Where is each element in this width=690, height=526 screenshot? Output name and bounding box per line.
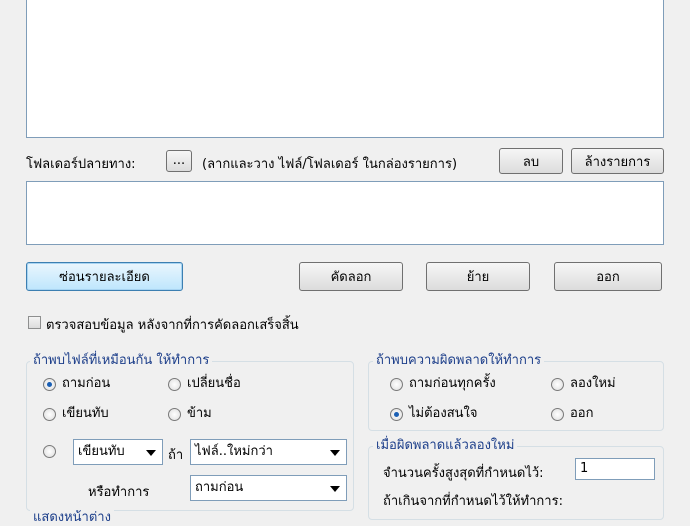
chevron-down-icon [330, 450, 340, 456]
rename-radio[interactable] [168, 378, 181, 391]
error-exit-label: ออก [570, 406, 594, 421]
browse-button[interactable]: ... [166, 150, 192, 172]
same-file-group-title: ถ้าพบไฟล์ที่เหมือนกัน ให้ทำการ [30, 353, 213, 369]
show-window-group-title: แสดงหน้าต่าง [30, 510, 114, 526]
chevron-down-icon [330, 486, 340, 492]
error-exit-radio[interactable] [551, 408, 564, 421]
destination-label: โฟลเดอร์ปลายทาง: [26, 157, 136, 172]
condition-action-select[interactable]: เขียนทับ [73, 439, 163, 465]
verify-label: ตรวจสอบข้อมูล หลังจากที่การคัดลอกเสร็จสิ… [46, 318, 299, 333]
max-count-value: 1 [580, 461, 589, 476]
ask-first-radio[interactable] [43, 378, 56, 391]
ignore-radio[interactable] [390, 408, 403, 421]
conditional-radio[interactable] [43, 445, 56, 458]
delete-button[interactable]: ลบ [499, 148, 563, 174]
exit-button[interactable]: ออก [554, 262, 662, 291]
ask-first-label: ถามก่อน [62, 376, 111, 391]
retry-group-title: เมื่อผิดพลาดแล้วลองใหม่ [373, 438, 518, 454]
retry-radio[interactable] [551, 378, 564, 391]
ignore-label: ไม่ต้องสนใจ [409, 406, 478, 421]
verify-checkbox[interactable] [28, 316, 41, 329]
rename-label: เปลี่ยนชื่อ [187, 376, 241, 391]
ask-every-time-radio[interactable] [390, 378, 403, 391]
otherwise-select[interactable]: ถามก่อน [190, 475, 347, 501]
condition-select[interactable]: ไฟล์..ใหม่กว่า [190, 439, 347, 465]
if-label: ถ้า [168, 448, 184, 463]
condition-value: ไฟล์..ใหม่กว่า [195, 444, 273, 459]
skip-radio[interactable] [168, 408, 181, 421]
exceed-label: ถ้าเกินจากที่กำหนดไว้ให้ทำการ: [383, 494, 563, 509]
hide-details-button[interactable]: ซ่อนรายละเอียด [26, 262, 183, 291]
otherwise-value: ถามก่อน [195, 480, 244, 495]
move-button[interactable]: ย้าย [426, 262, 530, 291]
chevron-down-icon [146, 450, 156, 456]
clear-list-button[interactable]: ล้างรายการ [571, 148, 664, 174]
source-list[interactable] [26, 0, 664, 138]
copy-button[interactable]: คัดลอก [299, 262, 403, 291]
ask-every-time-label: ถามก่อนทุกครั้ง [409, 376, 496, 391]
destination-list[interactable] [26, 181, 664, 245]
overwrite-radio[interactable] [43, 408, 56, 421]
max-count-label: จำนวนครั้งสูงสุดที่กำหนดไว้: [383, 466, 544, 481]
retry-label: ลองใหม่ [570, 376, 616, 391]
drag-drop-hint: (ลากและวาง ไฟล์/โฟลเดอร์ ในกล่องรายการ) [202, 157, 458, 172]
overwrite-label: เขียนทับ [62, 406, 109, 421]
otherwise-label: หรือทำการ [88, 485, 150, 500]
skip-label: ข้าม [187, 406, 212, 421]
error-group-title: ถ้าพบความผิดพลาดให้ทำการ [373, 353, 545, 369]
condition-action-value: เขียนทับ [78, 444, 125, 459]
max-count-input[interactable]: 1 [575, 458, 655, 480]
